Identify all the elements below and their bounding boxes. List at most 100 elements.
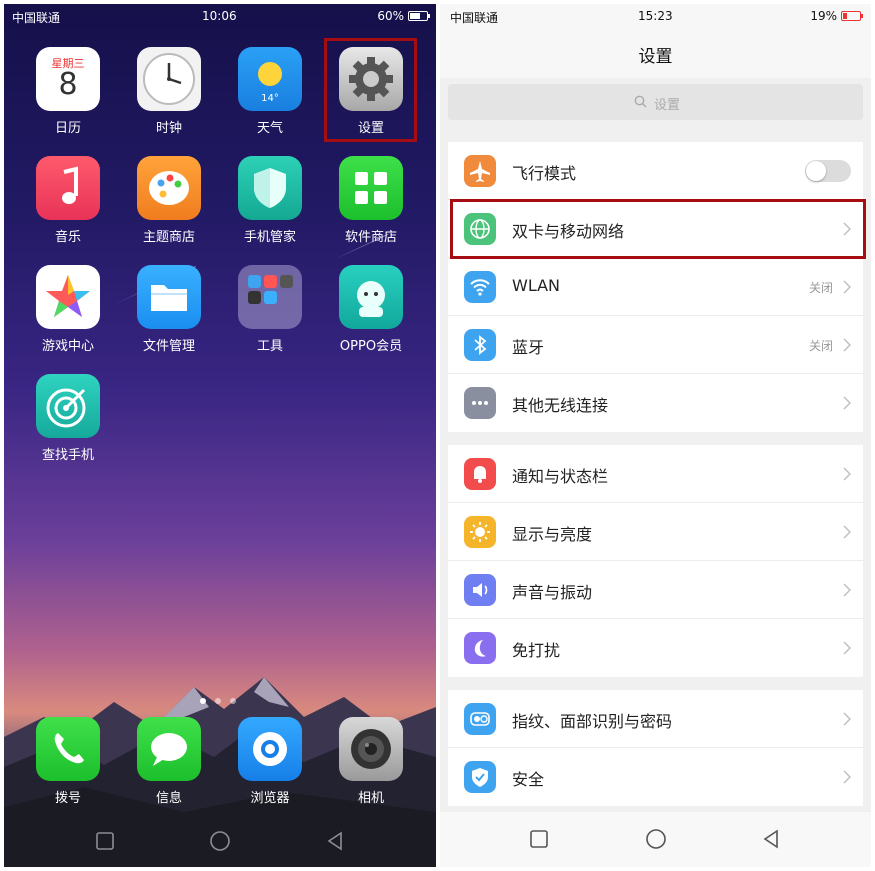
weather-icon: 14° bbox=[238, 47, 302, 111]
home-button[interactable] bbox=[645, 828, 667, 850]
shield-icon bbox=[238, 156, 302, 220]
home-button[interactable] bbox=[209, 830, 231, 852]
airplane-icon bbox=[464, 155, 496, 187]
dock-phone[interactable]: 拨号 bbox=[28, 717, 108, 806]
app-label: 游戏中心 bbox=[41, 339, 94, 354]
more-dots-icon bbox=[464, 387, 496, 419]
chevron-right-icon bbox=[843, 641, 851, 655]
setting-do-not-disturb[interactable]: 免打扰 bbox=[448, 619, 863, 677]
battery-percent: 60% bbox=[377, 9, 404, 23]
chevron-right-icon bbox=[843, 280, 851, 294]
app-tools[interactable]: 工具 bbox=[230, 265, 310, 354]
oppo-member-icon bbox=[339, 265, 403, 329]
setting-other-wireless[interactable]: 其他无线连接 bbox=[448, 374, 863, 432]
game-star-icon bbox=[36, 265, 100, 329]
app-find-phone[interactable]: 查找手机 bbox=[28, 374, 108, 463]
chevron-right-icon bbox=[843, 467, 851, 481]
setting-airplane-mode[interactable]: 飞行模式 bbox=[448, 142, 863, 200]
setting-fingerprint-face-password[interactable]: 指纹、面部识别与密码 bbox=[448, 690, 863, 748]
clock-icon bbox=[137, 47, 201, 111]
status-right: 19% bbox=[810, 9, 863, 23]
settings-group-connectivity: 飞行模式 双卡与移动网络 WLAN 关闭 蓝牙 关闭 其他无线连接 bbox=[448, 142, 863, 432]
status-right: 60% bbox=[377, 9, 430, 23]
speaker-icon bbox=[464, 574, 496, 606]
phone-icon bbox=[36, 717, 100, 781]
setting-label: 指纹、面部识别与密码 bbox=[512, 712, 673, 731]
back-button[interactable] bbox=[324, 830, 346, 852]
setting-label: WLAN bbox=[512, 276, 561, 295]
page-dot bbox=[200, 698, 206, 704]
app-phone-manager[interactable]: 手机管家 bbox=[230, 156, 310, 245]
setting-label: 蓝牙 bbox=[512, 338, 545, 357]
setting-display-brightness[interactable]: 显示与亮度 bbox=[448, 503, 863, 561]
search-placeholder: 设置 bbox=[654, 98, 681, 113]
carrier-label: 中国联通 bbox=[12, 11, 61, 25]
app-theme-store[interactable]: 主题商店 bbox=[129, 156, 209, 245]
status-bar: 中国联通 10:06 60% bbox=[4, 4, 436, 28]
setting-label: 显示与亮度 bbox=[512, 525, 593, 544]
dock-messages[interactable]: 信息 bbox=[129, 717, 209, 806]
app-store-icon bbox=[339, 156, 403, 220]
status-time: 15:23 bbox=[638, 9, 673, 23]
search-icon bbox=[634, 95, 647, 108]
back-button[interactable] bbox=[760, 828, 782, 850]
setting-label: 飞行模式 bbox=[512, 164, 577, 183]
brightness-sun-icon bbox=[464, 516, 496, 548]
recent-apps-button[interactable] bbox=[94, 830, 116, 852]
settings-group-display-sound: 通知与状态栏 显示与亮度 声音与振动 免打扰 bbox=[448, 445, 863, 677]
app-label: 查找手机 bbox=[41, 448, 94, 463]
app-label: 信息 bbox=[155, 791, 182, 806]
app-music[interactable]: 音乐 bbox=[28, 156, 108, 245]
search-input[interactable]: 设置 bbox=[448, 84, 863, 120]
app-oppo-member[interactable]: OPPO会员 bbox=[331, 265, 411, 354]
app-game-center[interactable]: 游戏中心 bbox=[28, 265, 108, 354]
home-screen: 中国联通 10:06 60% 星期三 8 日历 时钟 14° 天气 设置 音乐 … bbox=[4, 4, 436, 867]
airplane-mode-toggle[interactable] bbox=[805, 160, 851, 182]
setting-security[interactable]: 安全 bbox=[448, 748, 863, 806]
app-label: 拨号 bbox=[54, 791, 81, 806]
radar-icon bbox=[36, 374, 100, 438]
recent-apps-button[interactable] bbox=[528, 828, 550, 850]
chevron-right-icon bbox=[843, 583, 851, 597]
chevron-right-icon bbox=[843, 396, 851, 410]
tools-folder-icon bbox=[238, 265, 302, 329]
browser-icon bbox=[238, 717, 302, 781]
status-bar: 中国联通 15:23 19% bbox=[440, 4, 871, 28]
app-software-store[interactable]: 软件商店 bbox=[331, 156, 411, 245]
setting-bluetooth[interactable]: 蓝牙 关闭 bbox=[448, 316, 863, 374]
fingerprint-face-icon bbox=[464, 703, 496, 735]
setting-sound-vibration[interactable]: 声音与振动 bbox=[448, 561, 863, 619]
app-calendar[interactable]: 星期三 8 日历 bbox=[28, 47, 108, 136]
app-label: OPPO会员 bbox=[339, 339, 403, 354]
chevron-right-icon bbox=[843, 712, 851, 726]
dock-camera[interactable]: 相机 bbox=[331, 717, 411, 806]
app-clock[interactable]: 时钟 bbox=[129, 47, 209, 136]
dock-browser[interactable]: 浏览器 bbox=[230, 717, 310, 806]
status-time: 10:06 bbox=[202, 9, 237, 23]
page-indicator bbox=[200, 698, 236, 704]
calendar-day: 8 bbox=[58, 67, 78, 102]
app-label: 音乐 bbox=[54, 230, 81, 245]
settings-group-security: 指纹、面部识别与密码 安全 bbox=[448, 690, 863, 806]
title-bar: 设置 bbox=[440, 28, 871, 78]
app-label: 工具 bbox=[256, 339, 283, 354]
music-note-icon bbox=[36, 156, 100, 220]
app-file-manager[interactable]: 文件管理 bbox=[129, 265, 209, 354]
camera-icon bbox=[339, 717, 403, 781]
battery-percent: 19% bbox=[810, 9, 837, 23]
setting-label: 安全 bbox=[512, 770, 545, 789]
settings-screen: 中国联通 15:23 19% 设置 设置 飞行模式 双卡与移动网络 WLAN 关… bbox=[440, 4, 871, 867]
message-icon bbox=[137, 717, 201, 781]
page-title: 设置 bbox=[638, 47, 673, 67]
setting-value: 关闭 bbox=[808, 281, 833, 295]
app-label: 软件商店 bbox=[344, 230, 397, 245]
setting-label: 声音与振动 bbox=[512, 583, 593, 602]
bluetooth-icon bbox=[464, 329, 496, 361]
battery-icon bbox=[841, 11, 863, 21]
setting-wlan[interactable]: WLAN 关闭 bbox=[448, 258, 863, 316]
moon-icon bbox=[464, 632, 496, 664]
security-shield-icon bbox=[464, 761, 496, 793]
navigation-bar bbox=[440, 812, 871, 867]
app-weather[interactable]: 14° 天气 bbox=[230, 47, 310, 136]
setting-notifications[interactable]: 通知与状态栏 bbox=[448, 445, 863, 503]
